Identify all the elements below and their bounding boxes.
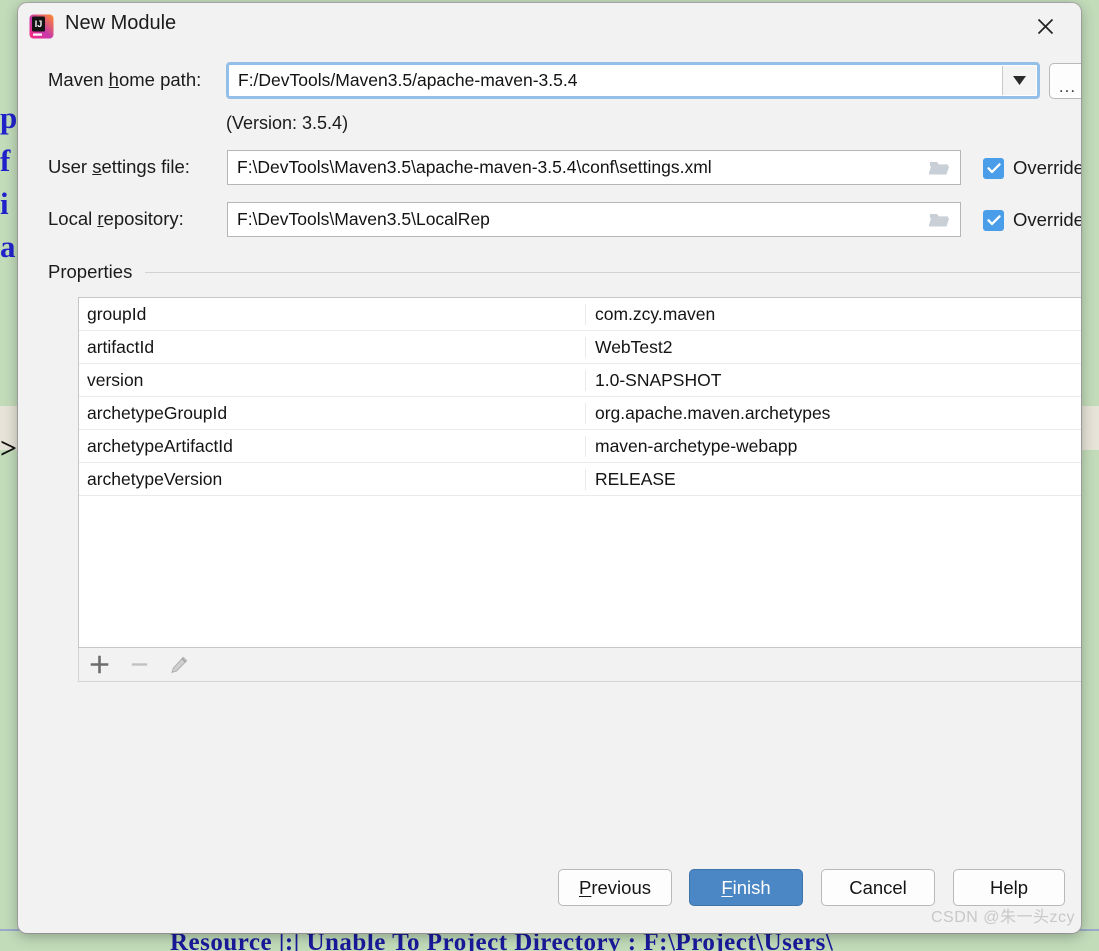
user-settings-file-label: User settings file: <box>48 156 190 177</box>
close-icon[interactable] <box>1030 11 1060 41</box>
maven-home-path-label: Maven home path: <box>48 69 202 90</box>
new-module-dialog: IJ New Module Maven home path: F:/DevToo… <box>18 3 1081 933</box>
background-caret: > <box>0 432 18 465</box>
maven-home-path-combobox[interactable]: F:/DevTools/Maven3.5/apache-maven-3.5.4 <box>226 62 1040 99</box>
finish-button[interactable]: Finish <box>689 869 803 906</box>
local-repository-override-label: Override <box>1013 209 1081 230</box>
plus-icon[interactable] <box>79 649 119 681</box>
properties-table[interactable]: groupId com.zcy.maven artifactId WebTest2 ve… <box>78 297 1081 648</box>
properties-toolbar <box>78 648 1081 682</box>
table-row[interactable]: archetypeVersion RELEASE <box>79 463 1081 496</box>
maven-version-note: (Version: 3.5.4) <box>226 113 349 133</box>
property-value: RELEASE <box>595 468 676 489</box>
folder-icon[interactable] <box>926 211 952 228</box>
intellij-idea-icon: IJ <box>29 14 54 39</box>
property-key: groupId <box>79 303 586 325</box>
property-key: archetypeGroupId <box>79 402 586 424</box>
property-value: WebTest2 <box>595 336 673 357</box>
checkmark-icon <box>983 209 1004 231</box>
table-row[interactable]: artifactId WebTest2 <box>79 331 1081 364</box>
table-row[interactable]: version 1.0-SNAPSHOT <box>79 364 1081 397</box>
chevron-down-icon[interactable] <box>1003 66 1036 95</box>
property-key: archetypeVersion <box>79 468 586 490</box>
user-settings-override-checkbox[interactable]: Override <box>983 157 1081 179</box>
dialog-titlebar: IJ New Module <box>18 3 1081 50</box>
previous-button[interactable]: Previous <box>558 869 672 906</box>
maven-home-browse-button[interactable]: ... <box>1049 63 1081 99</box>
local-repository-value[interactable]: F:\DevTools\Maven3.5\LocalRep <box>228 209 926 230</box>
user-settings-file-field[interactable]: F:\DevTools\Maven3.5\apache-maven-3.5.4\… <box>227 150 961 185</box>
local-repository-field[interactable]: F:\DevTools\Maven3.5\LocalRep <box>227 202 961 237</box>
csdn-watermark: CSDN @朱一头zcy <box>930 909 1075 926</box>
maven-home-path-input[interactable]: F:/DevTools/Maven3.5/apache-maven-3.5.4 <box>230 66 1003 95</box>
pencil-icon[interactable] <box>159 649 199 681</box>
checkmark-icon <box>983 157 1004 179</box>
property-key: artifactId <box>79 336 586 358</box>
local-repository-label: Local repository: <box>48 208 184 229</box>
help-button[interactable]: Help <box>953 869 1065 906</box>
table-row[interactable]: groupId com.zcy.maven <box>79 298 1081 331</box>
properties-title: Properties <box>48 261 133 282</box>
property-value: org.apache.maven.archetypes <box>595 402 831 423</box>
folder-icon[interactable] <box>926 159 952 176</box>
properties-rows: groupId com.zcy.maven artifactId WebTest2 ve… <box>79 298 1081 496</box>
property-value: 1.0-SNAPSHOT <box>595 369 722 390</box>
table-row[interactable]: archetypeGroupId org.apache.maven.archety… <box>79 397 1081 430</box>
local-repository-override-checkbox[interactable]: Override <box>983 209 1081 231</box>
user-settings-override-label: Override <box>1013 157 1081 178</box>
property-value: com.zcy.maven <box>595 303 716 324</box>
user-settings-file-value[interactable]: F:\DevTools\Maven3.5\apache-maven-3.5.4\… <box>228 157 926 178</box>
properties-section-header: Properties <box>48 261 1080 283</box>
properties-divider <box>145 271 1080 273</box>
minus-icon <box>119 649 159 681</box>
property-value: maven-archetype-webapp <box>595 435 798 456</box>
property-key: version <box>79 369 586 391</box>
svg-text:IJ: IJ <box>35 19 43 29</box>
dialog-footer: Previous Finish Cancel Help <box>18 863 1081 933</box>
table-row[interactable]: archetypeArtifactId maven-archetype-webap… <box>79 430 1081 463</box>
dialog-title: New Module <box>65 12 177 34</box>
property-key: archetypeArtifactId <box>79 435 586 457</box>
cancel-button[interactable]: Cancel <box>821 869 935 906</box>
